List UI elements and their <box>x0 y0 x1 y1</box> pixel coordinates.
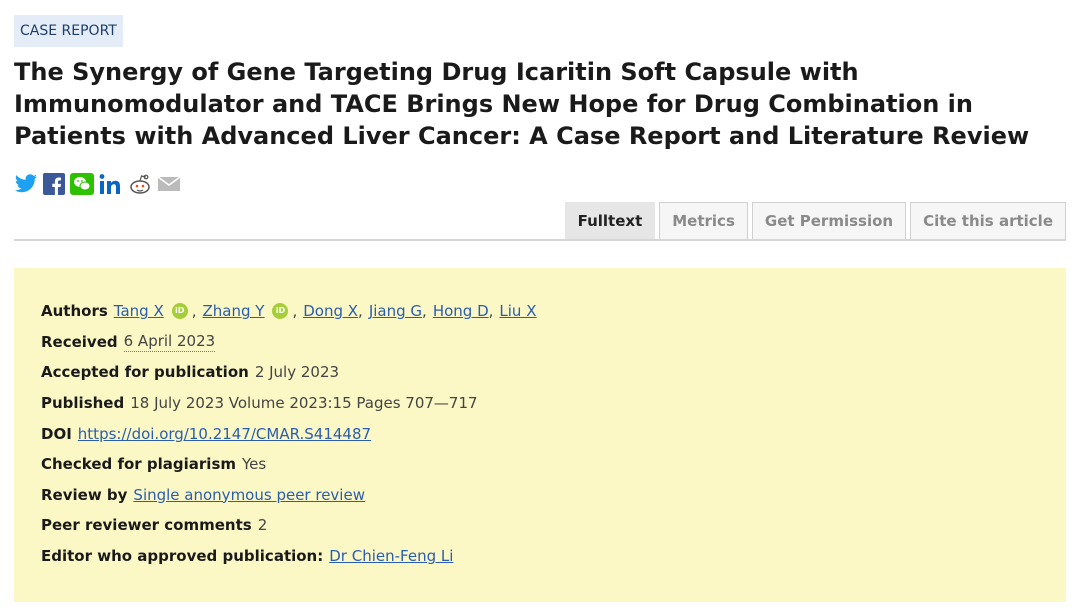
published-row: Published 18 July 2023 Volume 2023:15 Pa… <box>41 388 536 419</box>
article-type-badge: CASE REPORT <box>14 15 123 47</box>
tabs-divider <box>14 239 1066 241</box>
author-separator: , <box>191 302 197 321</box>
review-row: Review by Single anonymous peer review <box>41 480 536 511</box>
received-date: 6 April 2023 <box>123 332 216 353</box>
email-icon[interactable] <box>157 172 181 196</box>
plagiarism-label: Checked for plagiarism <box>41 455 237 474</box>
article-title: The Synergy of Gene Targeting Drug Icari… <box>14 58 1030 150</box>
peer-comments-row: Peer reviewer comments 2 <box>41 510 536 541</box>
tab-metrics[interactable]: Metrics <box>659 202 748 240</box>
doi-row: DOI https://doi.org/10.2147/CMAR.S414487 <box>41 418 536 449</box>
accepted-label: Accepted for publication <box>41 363 249 382</box>
review-type-link[interactable]: Single anonymous peer review <box>133 485 365 505</box>
plagiarism-value: Yes <box>242 455 267 474</box>
received-row: Received 6 April 2023 <box>41 327 536 358</box>
linkedin-icon[interactable] <box>99 172 123 196</box>
orcid-icon[interactable]: iD <box>171 303 188 320</box>
author-link[interactable]: Zhang Y <box>203 301 265 321</box>
author-separator: , <box>422 302 427 321</box>
doi-link[interactable]: https://doi.org/10.2147/CMAR.S414487 <box>78 424 371 444</box>
tab-cite-this-article[interactable]: Cite this article <box>910 202 1066 240</box>
tab-fulltext[interactable]: Fulltext <box>564 202 656 240</box>
author-link[interactable]: Hong D <box>433 301 489 321</box>
peer-comments-count: 2 <box>257 516 268 535</box>
accepted-date: 2 July 2023 <box>254 363 340 382</box>
author-separator: , <box>358 302 363 321</box>
published-label: Published <box>41 394 125 413</box>
plagiarism-row: Checked for plagiarism Yes <box>41 449 536 480</box>
published-details: 18 July 2023 Volume 2023:15 Pages 707—71… <box>130 394 478 413</box>
author-separator: , <box>488 302 494 321</box>
peer-comments-label: Peer reviewer comments <box>41 516 252 535</box>
author-link[interactable]: Jiang G <box>369 301 422 321</box>
wechat-icon[interactable] <box>70 172 94 196</box>
share-bar <box>14 172 181 196</box>
facebook-icon[interactable] <box>43 172 65 196</box>
editor-row: Editor who approved publication: Dr Chie… <box>41 541 536 572</box>
editor-label: Editor who approved publication: <box>41 547 324 566</box>
article-tabs: Fulltext Metrics Get Permission Cite thi… <box>564 202 1066 240</box>
article-info-panel: Authors Tang X iD , Zhang Y iD , Dong X … <box>14 268 1066 602</box>
authors-label: Authors <box>41 302 108 321</box>
received-label: Received <box>41 332 118 351</box>
author-link[interactable]: Tang X <box>114 301 164 321</box>
editor-link[interactable]: Dr Chien-Feng Li <box>329 546 453 566</box>
reddit-icon[interactable] <box>128 172 152 196</box>
author-separator: , <box>292 302 298 321</box>
authors-row: Authors Tang X iD , Zhang Y iD , Dong X … <box>41 296 536 327</box>
twitter-icon[interactable] <box>14 172 38 196</box>
orcid-icon[interactable]: iD <box>272 303 289 320</box>
author-link[interactable]: Liu X <box>499 301 536 321</box>
tab-get-permission[interactable]: Get Permission <box>751 202 907 240</box>
article-meta: Authors Tang X iD , Zhang Y iD , Dong X … <box>41 296 536 571</box>
doi-label: DOI <box>41 424 72 443</box>
author-link[interactable]: Dong X <box>303 301 358 321</box>
review-label: Review by <box>41 485 128 504</box>
accepted-row: Accepted for publication 2 July 2023 <box>41 357 536 388</box>
